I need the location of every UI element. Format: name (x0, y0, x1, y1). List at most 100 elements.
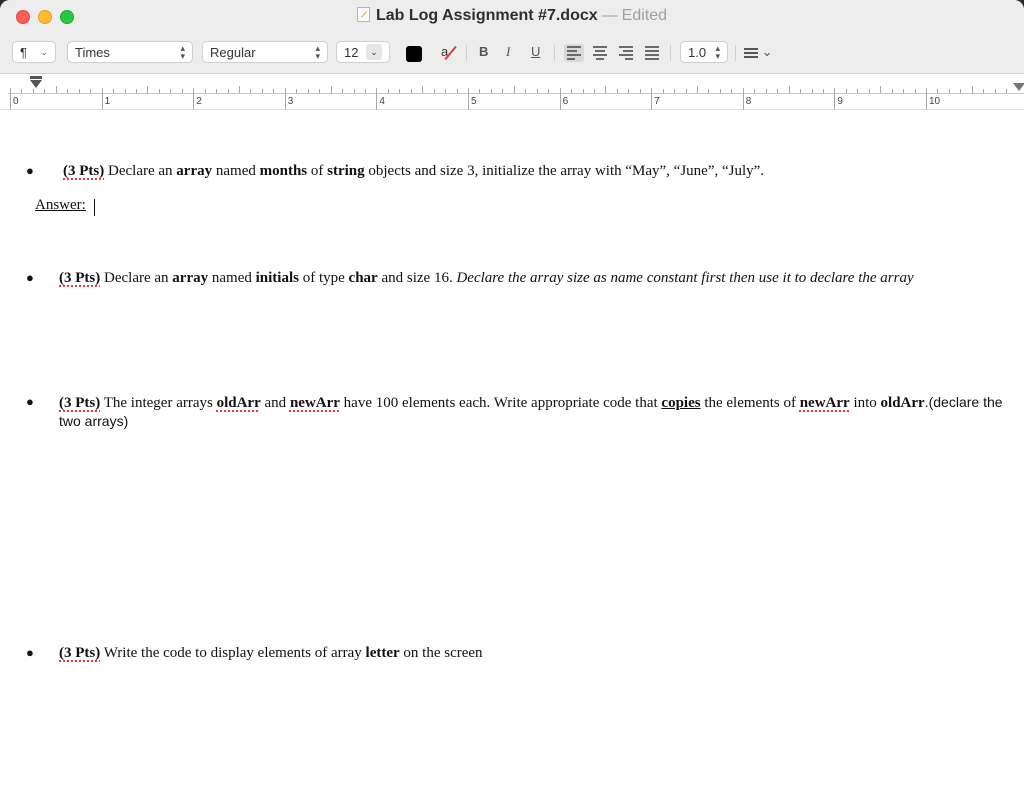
ruler-minor-tick (857, 89, 859, 93)
bullet-icon: ● (26, 270, 34, 285)
italic-button[interactable]: I (506, 44, 510, 60)
ruler-minor-tick (731, 89, 733, 93)
ruler-minor-tick (399, 89, 401, 93)
ruler-number: 7 (654, 96, 660, 107)
ruler-number: 3 (287, 96, 294, 107)
text-color-swatch[interactable] (406, 46, 422, 62)
ruler-minor-tick (78, 89, 80, 93)
list-bullets-button[interactable]: ⌄ (744, 44, 773, 60)
font-style-select[interactable]: Regular ▴ ▾ (202, 41, 328, 63)
ruler-minor-tick (410, 89, 412, 93)
align-justify-button[interactable] (642, 44, 662, 62)
paragraph-icon: ¶ (20, 44, 27, 60)
ruler-minor-tick (788, 86, 790, 93)
ruler-major-tick (834, 88, 836, 110)
ruler-minor-tick (32, 89, 34, 93)
ruler-major-tick (651, 88, 653, 110)
underline-button[interactable]: U (531, 44, 540, 59)
ruler-major-tick (193, 88, 195, 110)
text-cursor (94, 199, 95, 216)
ruler-minor-tick (44, 89, 46, 93)
highlight-color-button[interactable]: a (441, 44, 459, 62)
chevron-down-icon[interactable]: ⌄ (366, 44, 382, 60)
align-left-button[interactable] (564, 44, 584, 62)
ruler-minor-tick (353, 89, 355, 93)
toolbar-divider (554, 45, 555, 61)
ruler-minor-tick (147, 86, 149, 93)
ruler-minor-tick (662, 89, 664, 93)
ruler-minor-tick (582, 89, 584, 93)
title-separator: — (601, 7, 618, 24)
ruler-minor-tick (433, 89, 435, 93)
ruler-minor-tick (204, 89, 206, 93)
ruler-major-tick (284, 88, 286, 110)
ruler-baseline (8, 93, 1024, 94)
ruler[interactable]: 0 1 2 3 4 5 6 7 8 9 10 (0, 74, 1024, 110)
ruler-minor-tick (903, 89, 905, 93)
window-toolbar-area: Lab Log Assignment #7.docx — Edited ¶ ⌄ Ti… (0, 0, 1024, 74)
question-2-text: (3 Pts) Declare an array named initials … (59, 270, 914, 286)
ruler-minor-tick (719, 89, 721, 93)
line-spacing-select[interactable]: 1.0 ▴ ▾ (680, 41, 728, 63)
ruler-number: 9 (837, 96, 843, 107)
ruler-minor-tick (158, 89, 160, 93)
document-icon[interactable] (356, 7, 370, 22)
ruler-minor-tick (67, 89, 69, 93)
ruler-minor-tick (55, 86, 57, 93)
up-down-arrows-icon: ▴ ▾ (315, 43, 320, 61)
ruler-number: 1 (104, 96, 111, 107)
edited-status[interactable]: Edited (622, 7, 667, 24)
align-center-button[interactable] (590, 44, 610, 62)
bullet-icon: ● (26, 163, 34, 178)
ruler-minor-tick (697, 86, 698, 93)
bold-button[interactable]: B (479, 44, 488, 59)
ruler-major-tick (559, 88, 561, 110)
ruler-major-tick (926, 88, 927, 110)
chevron-down-icon: ⌄ (40, 46, 48, 57)
ruler-minor-tick (364, 89, 366, 93)
ruler-minor-tick (685, 89, 687, 93)
ruler-minor-tick (456, 89, 458, 93)
ruler-minor-tick (319, 89, 321, 93)
ruler-minor-tick (90, 89, 92, 93)
right-margin-marker[interactable] (1013, 83, 1024, 91)
ruler-minor-tick (387, 89, 389, 93)
line-spacing-value: 1.0 (688, 44, 707, 60)
ruler-minor-tick (124, 89, 126, 93)
ruler-major-tick (376, 88, 378, 110)
ruler-minor-tick (525, 89, 527, 93)
ruler-minor-tick (593, 89, 595, 93)
font-size-combo[interactable]: 12 ⌄ (336, 41, 390, 63)
ruler-minor-tick (639, 89, 641, 93)
first-line-indent-marker[interactable] (30, 76, 42, 90)
question-3-text: (3 Pts) The integer arrays oldArr and ne… (59, 394, 1003, 429)
ruler-minor-tick (490, 89, 492, 93)
chevron-down-icon: ⌄ (761, 44, 773, 59)
ruler-minor-tick (880, 86, 882, 93)
ruler-minor-tick (239, 86, 240, 93)
ruler-minor-tick (605, 86, 607, 93)
ruler-minor-tick (548, 89, 550, 93)
bullet-icon: ● (26, 645, 34, 660)
font-family-select[interactable]: Times ▴ ▾ (67, 41, 193, 63)
ruler-minor-tick (628, 89, 630, 93)
answer-label[interactable]: Answer: (35, 197, 86, 214)
paragraph-styles-button[interactable]: ¶ ⌄ (12, 41, 56, 63)
ruler-minor-tick (777, 89, 779, 93)
points-label: (3 Pts) (59, 395, 101, 411)
document-body[interactable]: ● (3 Pts) Declare an array named months … (0, 111, 1024, 787)
ruler-minor-tick (765, 89, 767, 93)
ruler-minor-tick (845, 89, 847, 93)
ruler-minor-tick (227, 89, 229, 93)
ruler-minor-tick (983, 89, 985, 93)
ruler-minor-tick (674, 89, 676, 93)
ruler-number: 0 (13, 96, 19, 107)
ruler-minor-tick (296, 89, 298, 93)
ruler-minor-tick (1006, 89, 1008, 93)
question-1-text: (3 Pts) Declare an array named months of… (63, 163, 765, 179)
ruler-minor-tick (273, 89, 275, 93)
align-right-button[interactable] (616, 44, 636, 62)
points-label: (3 Pts) (59, 270, 101, 286)
ruler-minor-tick (513, 86, 515, 93)
ruler-minor-tick (502, 89, 504, 93)
